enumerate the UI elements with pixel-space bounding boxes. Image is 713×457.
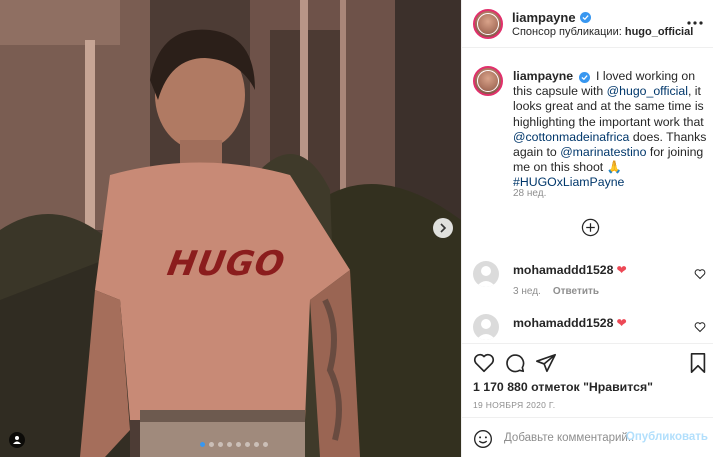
comment-time: 3 нед. bbox=[513, 286, 541, 297]
caption-username[interactable]: liampayne bbox=[513, 69, 573, 83]
save-icon[interactable] bbox=[687, 352, 709, 374]
heart-icon[interactable] bbox=[694, 268, 706, 280]
reply-button[interactable]: Ответить bbox=[553, 286, 599, 297]
next-slide-icon bbox=[440, 223, 447, 233]
caption-time: 28 нед. bbox=[513, 188, 547, 199]
user-tag-icon bbox=[13, 436, 21, 444]
mention-cottonmadeinafrica[interactable]: @cottonmadeinafrica bbox=[513, 130, 629, 144]
emoji-icon[interactable] bbox=[473, 429, 493, 449]
carousel-dot bbox=[200, 442, 205, 447]
post-photo[interactable]: HUGO bbox=[0, 0, 461, 457]
post-header: liampayne Спонсор публикации: hugo_offic… bbox=[462, 0, 713, 48]
commenter-username[interactable]: mohamaddd1528 bbox=[513, 316, 613, 330]
verified-badge-icon bbox=[578, 72, 590, 83]
heart-icon[interactable] bbox=[473, 352, 495, 374]
post-comment-button[interactable]: Опубликовать bbox=[626, 431, 708, 443]
carousel-dot bbox=[236, 442, 241, 447]
post-panel: liampayne Спонсор публикации: hugo_offic… bbox=[461, 0, 713, 457]
comment-emoji: ❤ bbox=[616, 263, 627, 277]
photo-scene bbox=[0, 0, 461, 457]
load-more-comments-icon[interactable] bbox=[581, 218, 600, 237]
next-slide-button[interactable] bbox=[433, 218, 453, 238]
comment-emoji: ❤ bbox=[616, 316, 627, 330]
caption-avatar[interactable] bbox=[473, 66, 503, 96]
carousel-dots bbox=[200, 442, 268, 448]
share-icon[interactable] bbox=[535, 352, 557, 374]
comment-icon[interactable] bbox=[504, 352, 526, 374]
more-options-icon bbox=[687, 21, 703, 25]
carousel-dot bbox=[254, 442, 259, 447]
carousel-dot bbox=[218, 442, 223, 447]
verified-badge-icon bbox=[579, 12, 591, 23]
user-tag-button[interactable] bbox=[9, 432, 25, 448]
commenter-username[interactable]: mohamaddd1528 bbox=[513, 263, 613, 277]
shirt-print: HUGO bbox=[164, 244, 289, 284]
sponsor-label: Спонсор публикации: bbox=[512, 26, 622, 38]
commenter-avatar[interactable] bbox=[473, 261, 499, 287]
more-options-button[interactable] bbox=[686, 14, 704, 32]
author-avatar[interactable] bbox=[473, 9, 503, 39]
mention-hugo-official[interactable]: @hugo_official bbox=[607, 84, 688, 98]
comment-body: mohamaddd1528 ❤ bbox=[513, 316, 627, 330]
heart-icon[interactable] bbox=[694, 321, 706, 333]
post-date: 19 НОЯБРЯ 2020 Г. bbox=[473, 400, 556, 410]
carousel-dot bbox=[209, 442, 214, 447]
carousel-dot bbox=[227, 442, 232, 447]
commenter-avatar[interactable] bbox=[473, 314, 499, 340]
comment-form: Опубликовать bbox=[462, 417, 713, 457]
likes-count[interactable]: 1 170 880 отметок "Нравится" bbox=[473, 380, 653, 394]
comment-item: mohamaddd1528 ❤ bbox=[473, 314, 708, 344]
comment-input[interactable] bbox=[504, 428, 634, 448]
sponsor-name[interactable]: hugo_official bbox=[625, 26, 693, 38]
author-info: liampayne bbox=[512, 10, 591, 25]
carousel-dot bbox=[263, 442, 268, 447]
comment-body: mohamaddd1528 ❤ bbox=[513, 263, 627, 277]
mention-marinatestino[interactable]: @marinatestino bbox=[560, 145, 646, 159]
comment-meta: 3 нед. Ответить bbox=[513, 286, 599, 297]
carousel-dot bbox=[245, 442, 250, 447]
comment-item: mohamaddd1528 ❤ 3 нед. Ответить bbox=[473, 261, 708, 297]
caption-text: liampayne I loved working on this capsul… bbox=[513, 69, 708, 191]
sponsor-line: Спонсор публикации: hugo_official bbox=[512, 26, 693, 38]
author-username[interactable]: liampayne bbox=[512, 10, 576, 25]
